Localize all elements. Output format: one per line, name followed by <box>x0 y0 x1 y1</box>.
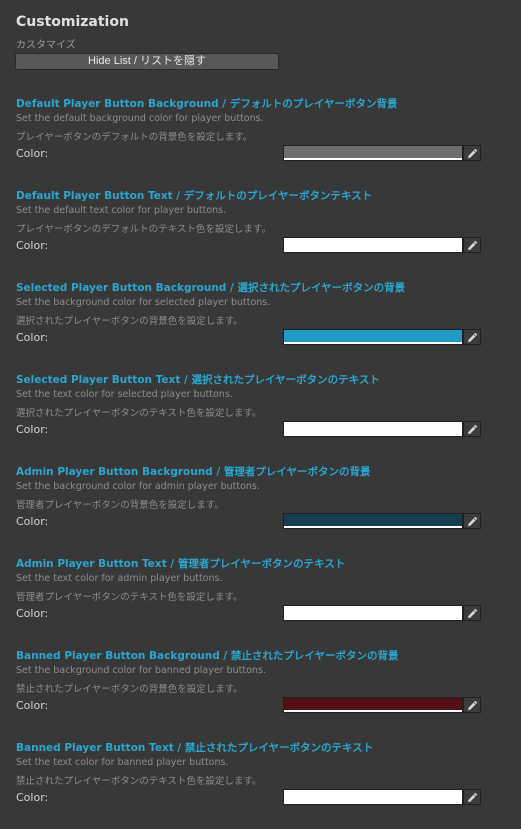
eyedropper-icon <box>468 332 478 342</box>
color-setting-selected-bg: Selected Player Button Background / 選択され… <box>0 280 521 360</box>
alpha-bar <box>284 250 462 252</box>
panel-subtitle: カスタマイズ <box>16 40 76 51</box>
eyedropper-button[interactable] <box>463 237 481 253</box>
eyedropper-icon <box>468 700 478 710</box>
color-swatch[interactable] <box>283 421 463 437</box>
color-label: Color: <box>16 607 49 620</box>
section-title: Banned Player Button Text / 禁止されたプレイヤーボタ… <box>16 742 374 754</box>
color-swatch[interactable] <box>283 513 463 529</box>
eyedropper-button[interactable] <box>463 513 481 529</box>
section-description-jp: 選択されたプレイヤーボタンのテキスト色を設定します。 <box>16 408 262 419</box>
customization-panel: Customization カスタマイズ Hide List / リストを隠す … <box>0 0 521 829</box>
eyedropper-button[interactable] <box>463 145 481 161</box>
alpha-bar <box>284 342 462 344</box>
color-label: Color: <box>16 791 49 804</box>
section-description-en: Set the text color for selected player b… <box>16 389 233 400</box>
section-title: Default Player Button Background / デフォルト… <box>16 98 398 110</box>
section-description-en: Set the default background color for pla… <box>16 113 264 124</box>
section-description-jp: 管理者プレイヤーボタンのテキスト色を設定します。 <box>16 592 243 603</box>
color-setting-banned-bg: Banned Player Button Background / 禁止されたプ… <box>0 648 521 728</box>
color-swatch[interactable] <box>283 697 463 713</box>
color-setting-default-text: Default Player Button Text / デフォルトのプレイヤー… <box>0 188 521 268</box>
color-setting-default-bg: Default Player Button Background / デフォルト… <box>0 96 521 176</box>
color-swatch[interactable] <box>283 145 463 161</box>
section-description-jp: 管理者プレイヤーボタンの背景色を設定します。 <box>16 500 224 511</box>
section-description-en: Set the background color for selected pl… <box>16 297 271 308</box>
alpha-bar <box>284 158 462 160</box>
eyedropper-icon <box>468 608 478 618</box>
section-title: Admin Player Button Background / 管理者プレイヤ… <box>16 466 371 478</box>
section-description-jp: 禁止されたプレイヤーボタンのテキスト色を設定します。 <box>16 776 262 787</box>
color-label: Color: <box>16 423 49 436</box>
color-swatch[interactable] <box>283 605 463 621</box>
section-description-jp: 選択されたプレイヤーボタンの背景色を設定します。 <box>16 316 243 327</box>
section-description-en: Set the background color for admin playe… <box>16 481 260 492</box>
alpha-bar <box>284 802 462 804</box>
hide-list-button[interactable]: Hide List / リストを隠す <box>15 53 279 70</box>
section-description-jp: プレイヤーボタンのデフォルトのテキスト色を設定します。 <box>16 224 271 235</box>
eyedropper-button[interactable] <box>463 789 481 805</box>
eyedropper-button[interactable] <box>463 421 481 437</box>
eyedropper-icon <box>468 240 478 250</box>
section-description-jp: 禁止されたプレイヤーボタンの背景色を設定します。 <box>16 684 243 695</box>
eyedropper-button[interactable] <box>463 697 481 713</box>
section-description-en: Set the default text color for player bu… <box>16 205 227 216</box>
section-description-en: Set the background color for banned play… <box>16 665 266 676</box>
color-label: Color: <box>16 699 49 712</box>
section-description-en: Set the text color for banned player but… <box>16 757 229 768</box>
color-label: Color: <box>16 147 49 160</box>
color-setting-admin-bg: Admin Player Button Background / 管理者プレイヤ… <box>0 464 521 544</box>
color-swatch[interactable] <box>283 237 463 253</box>
color-label: Color: <box>16 239 49 252</box>
alpha-bar <box>284 710 462 712</box>
section-title: Banned Player Button Background / 禁止されたプ… <box>16 650 399 662</box>
color-swatch[interactable] <box>283 789 463 805</box>
section-title: Default Player Button Text / デフォルトのプレイヤー… <box>16 190 373 202</box>
color-swatch[interactable] <box>283 329 463 345</box>
alpha-bar <box>284 434 462 436</box>
section-title: Selected Player Button Text / 選択されたプレイヤー… <box>16 374 380 386</box>
section-description-jp: プレイヤーボタンのデフォルトの背景色を設定します。 <box>16 132 253 143</box>
eyedropper-button[interactable] <box>463 329 481 345</box>
color-label: Color: <box>16 515 49 528</box>
color-setting-banned-text: Banned Player Button Text / 禁止されたプレイヤーボタ… <box>0 740 521 820</box>
color-label: Color: <box>16 331 49 344</box>
eyedropper-icon <box>468 148 478 158</box>
panel-title: Customization <box>16 14 129 30</box>
section-description-en: Set the text color for admin player butt… <box>16 573 223 584</box>
eyedropper-icon <box>468 792 478 802</box>
color-setting-selected-text: Selected Player Button Text / 選択されたプレイヤー… <box>0 372 521 452</box>
alpha-bar <box>284 618 462 620</box>
eyedropper-icon <box>468 424 478 434</box>
alpha-bar <box>284 526 462 528</box>
section-title: Admin Player Button Text / 管理者プレイヤーボタンのテ… <box>16 558 346 570</box>
eyedropper-icon <box>468 516 478 526</box>
eyedropper-button[interactable] <box>463 605 481 621</box>
section-title: Selected Player Button Background / 選択され… <box>16 282 406 294</box>
color-setting-admin-text: Admin Player Button Text / 管理者プレイヤーボタンのテ… <box>0 556 521 636</box>
